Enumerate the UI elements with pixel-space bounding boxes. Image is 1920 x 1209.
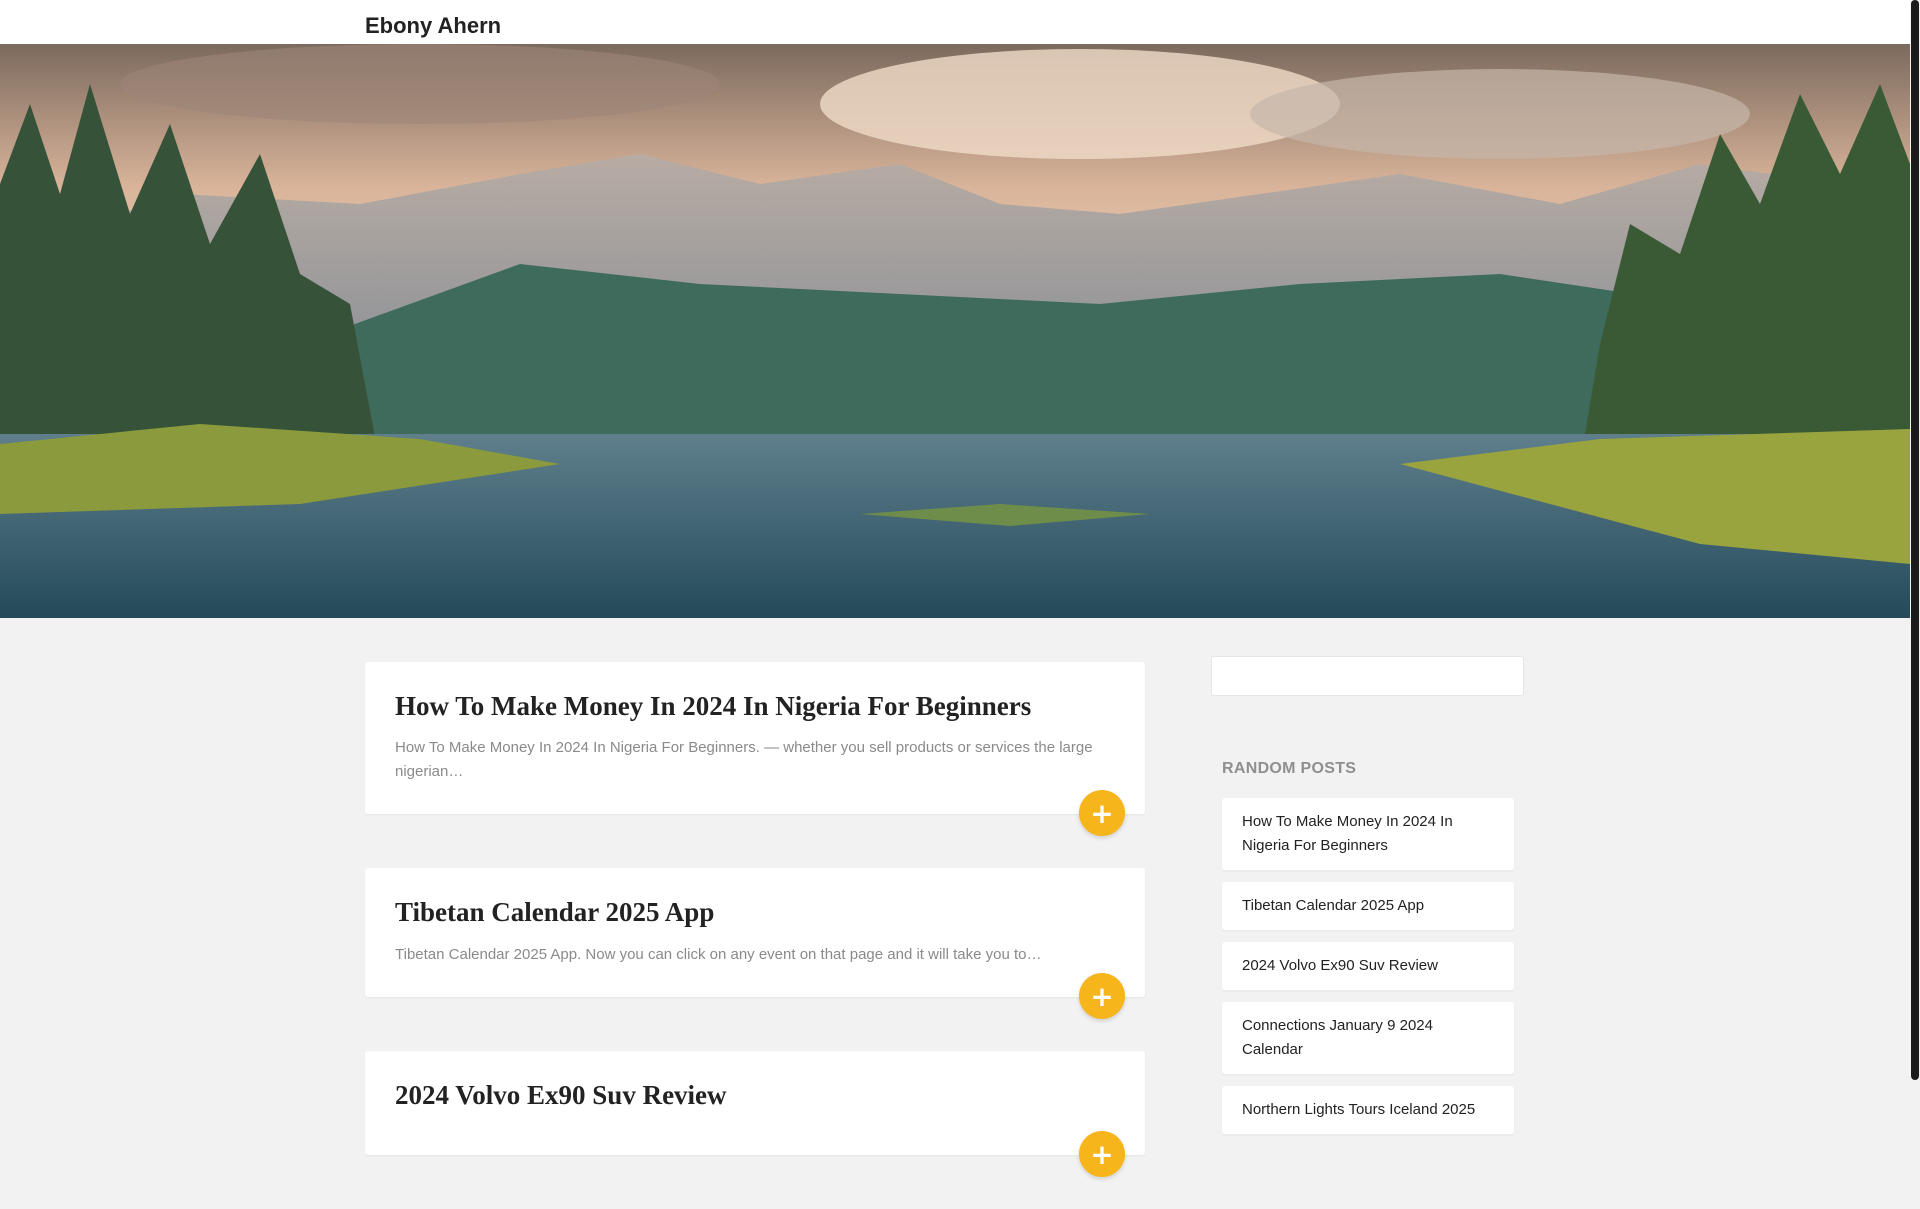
read-more-plus-button[interactable]: +: [1079, 972, 1125, 1019]
hero-banner-image: [0, 44, 1910, 618]
post-card: Tibetan Calendar 2025 App Tibetan Calend…: [365, 868, 1145, 1019]
random-posts-list: How To Make Money In 2024 In Nigeria For…: [1222, 798, 1514, 1134]
search-input[interactable]: [1211, 656, 1524, 696]
read-more-plus-button[interactable]: +: [1079, 1131, 1125, 1178]
random-post-link[interactable]: How To Make Money In 2024 In Nigeria For…: [1222, 798, 1514, 870]
random-posts-heading: RANDOM POSTS: [1222, 760, 1357, 777]
landscape-illustration: [0, 44, 1910, 618]
post-list: How To Make Money In 2024 In Nigeria For…: [365, 662, 1145, 1209]
site-header: Ebony Ahern: [0, 0, 1910, 44]
post-title-link[interactable]: Tibetan Calendar 2025 App: [395, 896, 1115, 928]
random-post-link[interactable]: Connections January 9 2024 Calendar: [1222, 1002, 1514, 1074]
random-post-link[interactable]: Tibetan Calendar 2025 App: [1222, 882, 1514, 930]
scrollbar-thumb[interactable]: [1911, 0, 1919, 1080]
post-excerpt: Tibetan Calendar 2025 App. Now you can c…: [395, 945, 1042, 963]
post-title-link[interactable]: 2024 Volvo Ex90 Suv Review: [395, 1079, 1115, 1111]
read-more-plus-button[interactable]: +: [1079, 790, 1125, 837]
post-card: How To Make Money In 2024 In Nigeria For…: [365, 662, 1145, 837]
post-card: 2024 Volvo Ex90 Suv Review +: [365, 1050, 1145, 1178]
random-post-link[interactable]: 2024 Volvo Ex90 Suv Review: [1222, 942, 1514, 990]
sidebar: RANDOM POSTS How To Make Money In 2024 I…: [1211, 656, 1526, 1146]
site-title-link[interactable]: Ebony Ahern: [365, 13, 501, 39]
random-post-link[interactable]: Northern Lights Tours Iceland 2025: [1222, 1086, 1514, 1134]
post-title-link[interactable]: How To Make Money In 2024 In Nigeria For…: [395, 690, 1115, 722]
post-excerpt: How To Make Money In 2024 In Nigeria For…: [395, 739, 1093, 781]
